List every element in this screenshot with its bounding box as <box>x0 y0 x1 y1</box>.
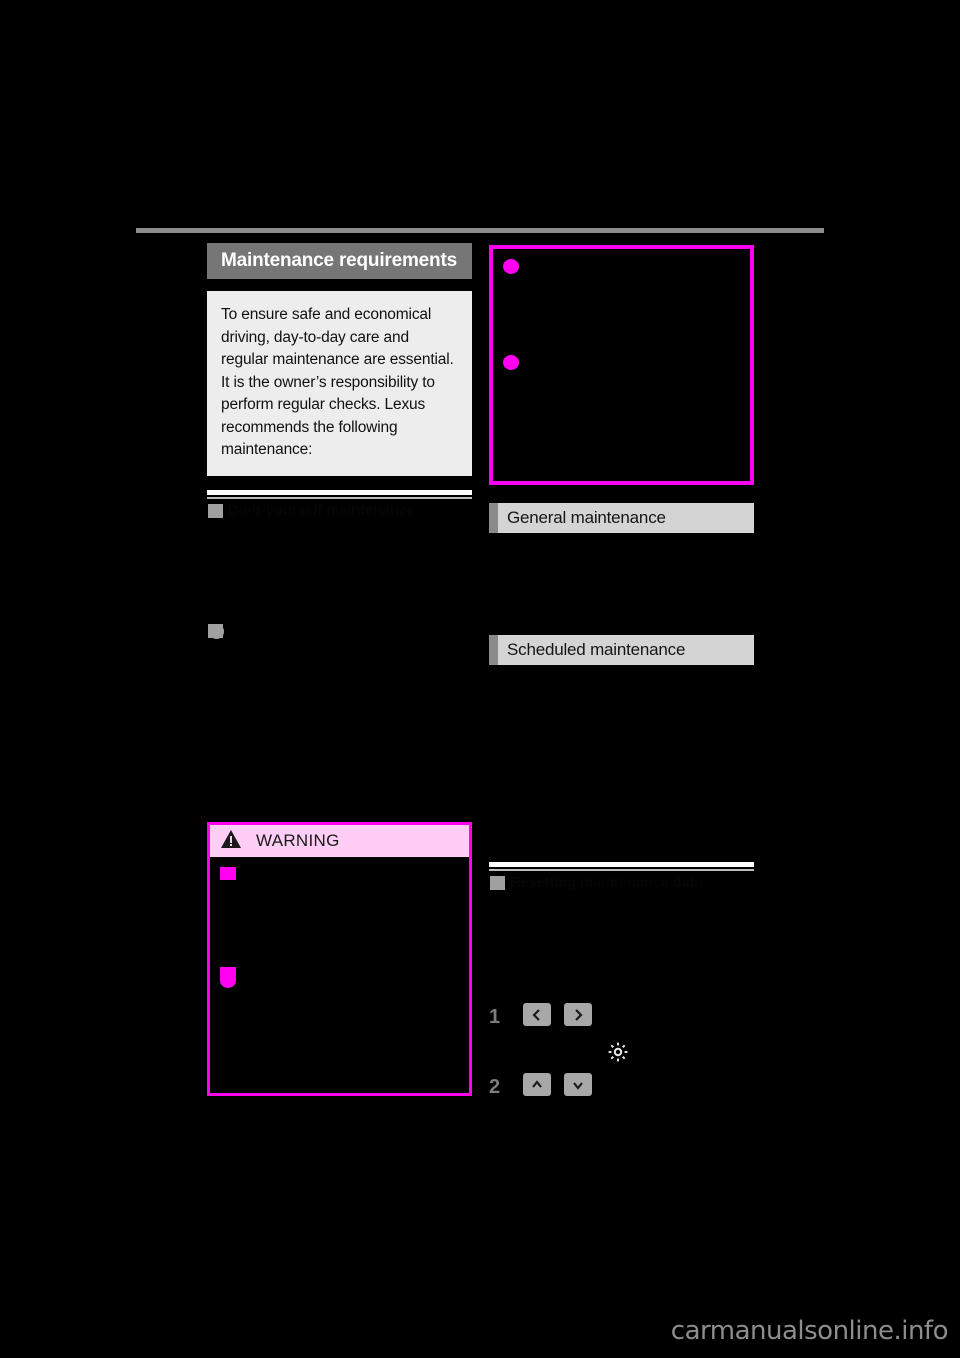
intro-callout: To ensure safe and economical driving, d… <box>207 291 472 476</box>
chevron-down-button[interactable] <box>563 1073 592 1096</box>
square-bullet-icon <box>490 876 505 890</box>
step-number: 1 <box>489 1006 501 1028</box>
note-panel <box>489 245 754 485</box>
subhead-scheduled-maintenance: Scheduled maintenance <box>489 635 754 665</box>
subhead-label: Do-it-yourself maintenance <box>228 502 415 519</box>
warning-spacer <box>220 971 459 1081</box>
left-column: Maintenance requirements To ensure safe … <box>207 243 472 639</box>
site-watermark: carmanualsonline.info <box>670 1316 949 1346</box>
square-bullet-icon <box>208 503 223 518</box>
step-row-2: 2 <box>489 1073 754 1107</box>
square-bullet-icon <box>220 867 236 880</box>
warning-spacer <box>220 871 459 965</box>
divider-rule-light <box>207 489 472 495</box>
divider-rule-light <box>489 862 754 867</box>
subhead-do-it-yourself: Do-it-yourself maintenance <box>207 489 472 521</box>
body-paragraph-1 <box>207 527 472 547</box>
circle-bullet-icon <box>503 259 519 274</box>
body-paragraph-4 <box>489 899 754 993</box>
chevron-right-button[interactable] <box>563 1003 592 1026</box>
circle-bullet-icon <box>220 973 236 988</box>
subhead-resetting-maintenance-data: Resetting maintenance data <box>489 862 754 893</box>
step-number: 2 <box>489 1076 501 1098</box>
right-column: General maintenance Scheduled maintenanc… <box>489 503 754 1107</box>
divider-rule-gray <box>207 496 472 499</box>
page-header-rule <box>136 228 824 233</box>
page-canvas: Maintenance requirements To ensure safe … <box>0 0 960 1358</box>
chevron-up-button[interactable] <box>523 1073 552 1096</box>
gear-icon-row <box>489 1039 870 1065</box>
warning-label: WARNING <box>256 831 340 850</box>
body-paragraph-3 <box>489 671 754 848</box>
warning-triangle-icon <box>220 829 242 854</box>
gear-icon[interactable] <box>605 1039 631 1065</box>
note-spacer <box>503 257 740 353</box>
circle-bullet-icon <box>209 623 224 639</box>
page-title: Maintenance requirements <box>207 243 472 279</box>
subhead-general-maintenance: General maintenance <box>489 503 754 533</box>
warning-panel: WARNING <box>207 822 472 1096</box>
body-paragraph-2 <box>489 539 754 635</box>
circle-bullet-icon <box>503 355 519 370</box>
divider-rule-gray <box>489 869 754 871</box>
step-row-1: 1 <box>489 1003 754 1037</box>
subhead-label: Resetting maintenance data <box>510 875 703 891</box>
warning-body <box>210 857 469 1093</box>
warning-header: WARNING <box>210 825 469 857</box>
chevron-left-button[interactable] <box>523 1003 552 1026</box>
